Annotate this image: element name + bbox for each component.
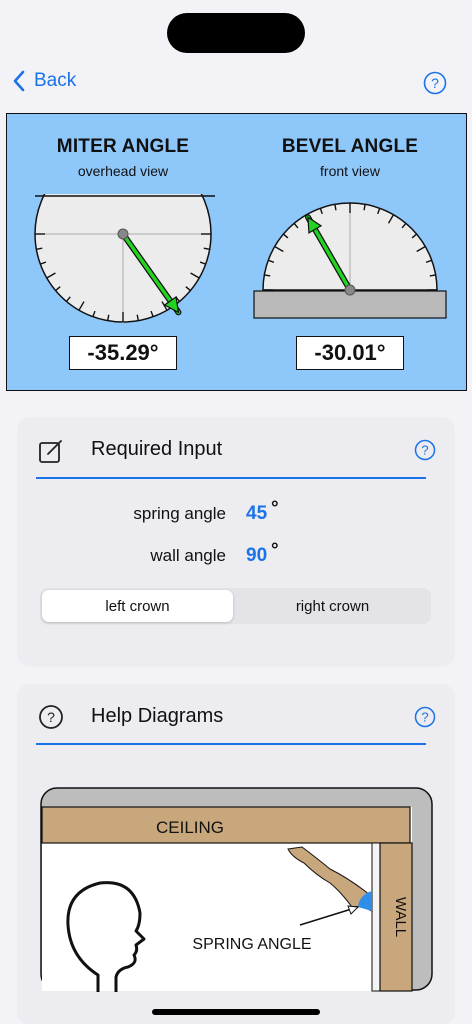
spring-angle-row: spring angle 45 ° xyxy=(18,498,454,528)
svg-text:?: ? xyxy=(421,443,428,458)
dynamic-island xyxy=(167,13,305,53)
miter-angle-title: MITER ANGLE xyxy=(56,136,190,157)
svg-text:?: ? xyxy=(431,75,439,91)
svg-text:?: ? xyxy=(47,709,55,725)
ceiling-board xyxy=(41,806,411,844)
wall-angle-row: wall angle 90 ° xyxy=(18,540,454,570)
angle-display-panel: MITER ANGLE overhead view BEVEL ANGLE fr… xyxy=(6,113,467,391)
back-button[interactable]: Back xyxy=(12,70,76,92)
bevel-angle-title: BEVEL ANGLE xyxy=(281,136,419,157)
ceiling-label: CEILING xyxy=(156,818,224,837)
spring-angle-label: spring angle xyxy=(133,504,226,523)
spring-angle-label: SPRING ANGLE xyxy=(192,936,311,953)
help-diagrams-title: Help Diagrams xyxy=(91,705,224,727)
section-divider xyxy=(36,743,426,745)
wall-angle-label: wall angle xyxy=(150,546,226,565)
bevel-angle-value: -30.01° xyxy=(296,336,404,370)
miter-dial xyxy=(34,194,215,324)
bevel-angle-subtitle: front view xyxy=(320,163,380,179)
miter-dial-face xyxy=(34,194,212,324)
wall-label: WALL xyxy=(392,897,409,937)
segment-right-crown[interactable]: right crown xyxy=(236,590,429,622)
help-diagrams-card: ? Help Diagrams ? CEILING WALL SPRING AN… xyxy=(18,685,454,1024)
home-indicator xyxy=(152,1009,320,1015)
help-icon[interactable]: ? xyxy=(414,439,436,461)
section-divider xyxy=(36,477,426,479)
chevron-left-icon xyxy=(13,70,25,92)
bevel-dial xyxy=(253,202,447,319)
edit-icon xyxy=(39,440,62,463)
question-circle-icon: ? xyxy=(39,705,63,729)
wall-angle-value[interactable]: 90 xyxy=(246,545,267,567)
screen: Back ? MITER ANGLE overhead view BEVEL A… xyxy=(0,0,472,1024)
degree-symbol: ° xyxy=(271,540,279,561)
required-input-title: Required Input xyxy=(91,438,223,460)
help-icon[interactable]: ? xyxy=(414,706,436,728)
navigation-bar: Back ? xyxy=(0,62,472,106)
svg-text:?: ? xyxy=(421,710,428,725)
crown-molding-diagram[interactable]: CEILING WALL SPRING ANGLE xyxy=(40,787,433,992)
miter-angle-subtitle: overhead view xyxy=(77,163,169,179)
crown-segmented-control: left crown right crown xyxy=(40,588,431,624)
segment-left-crown[interactable]: left crown xyxy=(42,590,233,622)
spring-angle-value[interactable]: 45 xyxy=(246,503,267,525)
required-input-card: Required Input ? spring angle 45 ° wall … xyxy=(18,418,454,666)
back-label: Back xyxy=(34,70,77,91)
needle-pivot xyxy=(117,228,129,240)
degree-symbol: ° xyxy=(271,498,279,519)
needle-pivot xyxy=(344,284,356,296)
wall-edge xyxy=(371,842,381,992)
miter-angle-value: -35.29° xyxy=(69,336,177,370)
help-icon[interactable]: ? xyxy=(423,71,447,95)
